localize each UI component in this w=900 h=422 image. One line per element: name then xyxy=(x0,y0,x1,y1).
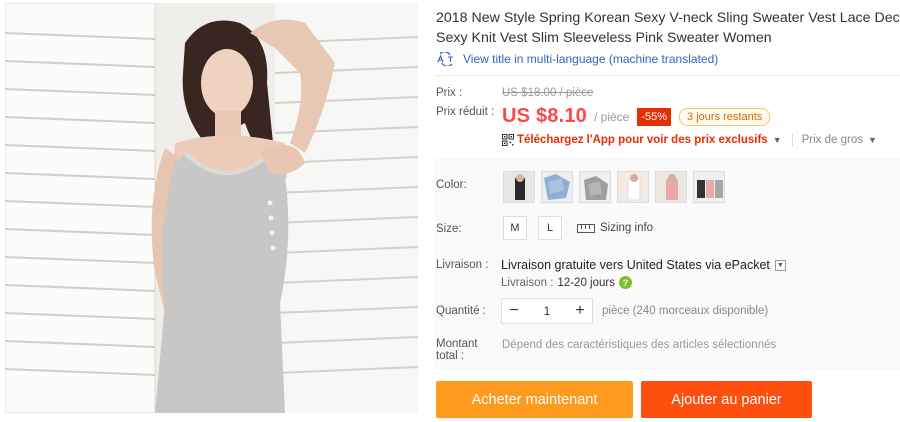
size-option-l[interactable]: L xyxy=(538,216,562,240)
price-row: US $8.10 / pièce -55% 3 jours restants xyxy=(502,105,771,128)
shipping-label: Livraison : xyxy=(436,259,489,271)
bulk-price-dropdown[interactable]: Prix de gros xyxy=(802,134,863,146)
color-swatch-pink[interactable] xyxy=(655,171,687,203)
total-label: Montant total : xyxy=(436,338,478,362)
days-left-badge: 3 jours restants xyxy=(679,107,771,126)
size-label: Size: xyxy=(436,223,462,235)
prix-label: Prix : xyxy=(436,87,463,99)
quantity-decrease-button[interactable]: − xyxy=(502,302,526,320)
quantity-increase-button[interactable]: + xyxy=(568,302,592,320)
color-label: Color: xyxy=(436,179,467,191)
translate-title-link[interactable]: View title in multi-language (machine tr… xyxy=(463,52,718,66)
translate-row[interactable]: View title in multi-language (machine tr… xyxy=(437,52,718,66)
app-promo-row: Téléchargez l'App pour voir des prix exc… xyxy=(502,134,877,146)
size-option-m[interactable]: M xyxy=(503,216,527,240)
chevron-down-icon[interactable]: ▼ xyxy=(868,135,877,145)
color-swatch-grey[interactable] xyxy=(579,171,611,203)
product-details-panel: 2018 New Style Spring Korean Sexy V-neck… xyxy=(435,0,900,422)
color-swatch-white[interactable] xyxy=(617,171,649,203)
shipping-method[interactable]: Livraison gratuite vers United States vi… xyxy=(501,258,786,272)
product-title-line-1: 2018 New Style Spring Korean Sexy V-neck… xyxy=(436,10,900,26)
total-price-note: Dépend des caractéristiques des articles… xyxy=(502,339,777,351)
product-title: 2018 New Style Spring Korean Sexy V-neck… xyxy=(436,8,900,48)
help-icon[interactable]: ? xyxy=(618,276,632,289)
download-app-link[interactable]: Téléchargez l'App pour voir des prix exc… xyxy=(517,134,768,146)
size-options: M L Sizing info xyxy=(503,216,653,240)
discount-badge: -55% xyxy=(637,107,672,126)
current-price: US $8.10 xyxy=(502,105,587,127)
price-unit: / pièce xyxy=(594,109,630,124)
delivery-time: Livraison : 12-20 jours ? xyxy=(501,276,632,289)
delivery-label: Livraison : xyxy=(501,276,554,289)
original-price: US $18.00 / pièce xyxy=(502,87,594,99)
delivery-days: 12-20 jours xyxy=(557,276,615,289)
translate-icon xyxy=(437,52,453,66)
chevron-down-icon[interactable]: ▼ xyxy=(774,259,786,271)
product-main-image[interactable] xyxy=(5,3,418,413)
quantity-label: Quantité : xyxy=(436,305,486,317)
color-swatches xyxy=(503,171,725,203)
quantity-input[interactable]: 1 xyxy=(526,304,568,318)
shipping-method-text[interactable]: Livraison gratuite vers United States vi… xyxy=(501,258,770,272)
divider xyxy=(435,75,900,76)
ruler-icon xyxy=(577,223,595,233)
reduced-price-label: Prix réduit : xyxy=(436,106,495,118)
chevron-down-icon[interactable]: ▼ xyxy=(773,135,782,145)
buy-now-button[interactable]: Acheter maintenant xyxy=(436,381,633,418)
product-title-line-2: Sexy Knit Vest Slim Sleeveless Pink Swea… xyxy=(436,30,772,46)
color-swatch-mixed[interactable] xyxy=(693,171,725,203)
color-swatch-black[interactable] xyxy=(503,171,535,203)
total-label-line-2: total : xyxy=(436,350,465,362)
color-swatch-blue[interactable] xyxy=(541,171,573,203)
separator xyxy=(791,134,793,146)
stock-availability: pièce (240 morceaux disponible) xyxy=(602,305,769,317)
sizing-info-link[interactable]: Sizing info xyxy=(577,222,653,234)
sizing-info-label[interactable]: Sizing info xyxy=(600,222,653,234)
add-to-cart-button[interactable]: Ajouter au panier xyxy=(641,381,812,418)
total-label-line-1: Montant xyxy=(436,338,478,350)
qr-code-icon xyxy=(502,134,514,146)
quantity-stepper: − 1 + xyxy=(501,298,593,324)
